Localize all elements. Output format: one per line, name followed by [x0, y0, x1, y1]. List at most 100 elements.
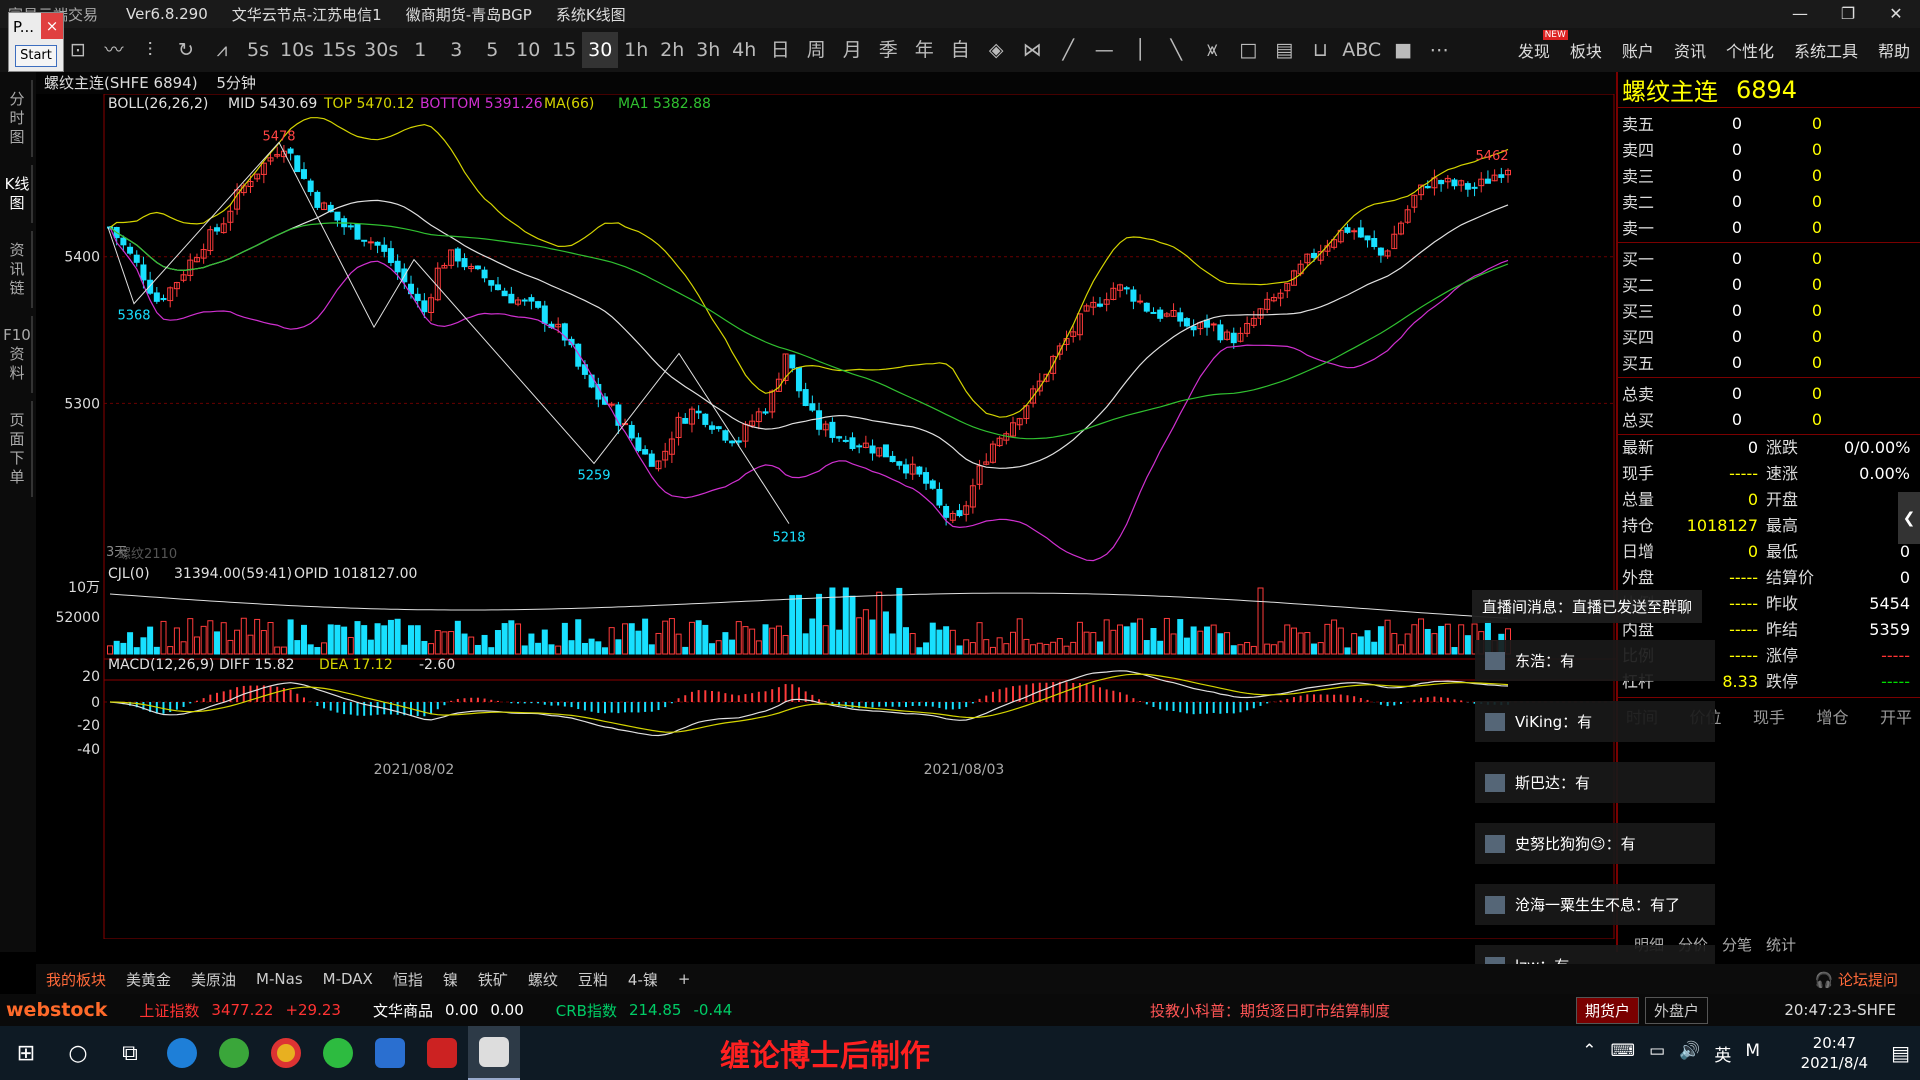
trading-app-icon[interactable] [468, 1026, 520, 1080]
toolbar-item[interactable]: □ [1230, 32, 1266, 68]
app-blue-icon[interactable] [364, 1026, 416, 1080]
chrome-icon[interactable] [260, 1026, 312, 1080]
search-icon[interactable]: ○ [52, 1026, 104, 1080]
taskbar-clock[interactable]: 20:47 2021/8/4 [1801, 1033, 1868, 1073]
close-button[interactable]: ✕ [1872, 0, 1920, 28]
block-tab[interactable]: 铁矿 [478, 969, 508, 990]
toolbar-item[interactable]: ⊡ [60, 32, 96, 68]
toolbar-item[interactable]: ⊔ [1302, 32, 1338, 68]
wenhua-icon[interactable] [416, 1026, 468, 1080]
block-tab[interactable]: M-Nas [256, 970, 303, 988]
menu-item[interactable]: 发现 NEW [1518, 30, 1568, 62]
toolbar-item[interactable]: ⋯ [1421, 32, 1457, 68]
toolbar-item[interactable]: 15s [318, 32, 360, 68]
toolbar-item[interactable]: 周 [798, 32, 834, 68]
toolbar-item[interactable]: ⩙ [1194, 32, 1230, 68]
order-level-row[interactable]: 买二 0 0 [1618, 271, 1920, 297]
toolbar-item[interactable]: 3 [438, 32, 474, 68]
notification-icon[interactable]: ▤ [1891, 1041, 1910, 1065]
wechat-icon[interactable] [312, 1026, 364, 1080]
chat-message[interactable]: 史努比狗狗😉：有 [1475, 823, 1715, 864]
toolbar-item[interactable]: 自 [942, 32, 978, 68]
toolbar-item[interactable]: 10 [510, 32, 546, 68]
block-tab[interactable]: 美黄金 [126, 969, 171, 990]
period-select[interactable]: 5分钟 [216, 74, 256, 92]
start-button[interactable]: Start [15, 45, 57, 67]
toolbar-item[interactable]: 3h [690, 32, 726, 68]
toolbar-item[interactable]: 5 [474, 32, 510, 68]
toolbar-item[interactable]: 1h [618, 32, 654, 68]
order-level-row[interactable]: 卖一 0 0 [1618, 214, 1920, 240]
toolbar-item[interactable]: 30s [360, 32, 402, 68]
order-level-row[interactable]: 买五 0 0 [1618, 349, 1920, 375]
block-tab[interactable]: + [678, 970, 691, 988]
toolbar-item[interactable]: 日 [762, 32, 798, 68]
menu-item[interactable]: 个性化 [1726, 38, 1774, 62]
toolbar-item[interactable]: 5s [240, 32, 276, 68]
toolbar-item[interactable]: ⋈ [1014, 32, 1050, 68]
menu-item[interactable]: 资讯 [1674, 38, 1706, 62]
block-tab[interactable]: 螺纹 [528, 969, 558, 990]
ime-language[interactable]: 英 [1714, 1041, 1731, 1066]
order-level-row[interactable]: 总买 0 0 [1618, 406, 1920, 432]
block-tab[interactable]: 镍 [443, 969, 458, 990]
toolbar-item[interactable]: ⫶ [132, 32, 168, 68]
chat-message[interactable]: 沧海一粟生生不息：有了 [1475, 884, 1715, 925]
toolbar-item[interactable]: 年 [906, 32, 942, 68]
toolbar-item[interactable]: ╲ [1158, 32, 1194, 68]
quote-tab[interactable]: 分笔 [1722, 934, 1752, 955]
battery-icon[interactable]: ▭ [1649, 1041, 1665, 1066]
order-level-row[interactable]: 买一 0 0 [1618, 245, 1920, 271]
tip-text[interactable]: 投教小科普：期货逐日盯市结算制度 [1150, 1000, 1390, 1021]
chat-message[interactable]: 东浩：有 [1475, 640, 1715, 681]
block-tab[interactable]: 我的板块 [46, 969, 106, 990]
toolbar-item[interactable]: 〰 [96, 32, 132, 68]
foreign-account-button[interactable]: 外盘户 [1645, 996, 1709, 1024]
block-tab[interactable]: 恒指 [393, 969, 423, 990]
task-view-icon[interactable]: ⧉ [104, 1026, 156, 1080]
toolbar-item[interactable]: │ [1122, 32, 1158, 68]
popup-close-button[interactable]: × [41, 13, 63, 39]
windows-start-icon[interactable]: ⊞ [0, 1026, 52, 1080]
toolbar-item[interactable]: 10s [276, 32, 318, 68]
toolbar-item[interactable]: 30 [582, 32, 619, 68]
toolbar-item[interactable]: ↻ [168, 32, 204, 68]
network-icon[interactable]: ⌨ [1611, 1041, 1636, 1066]
forum-link[interactable]: 🎧 论坛提问 [1815, 969, 1898, 990]
block-tab[interactable]: 豆粕 [578, 969, 608, 990]
toolbar-item[interactable]: — [1086, 32, 1122, 68]
toolbar-item[interactable]: ◈ [978, 32, 1014, 68]
toolbar-item[interactable]: 1 [402, 32, 438, 68]
toolbar-item[interactable]: ■ [1385, 32, 1421, 68]
kline-chart[interactable]: 547853685259521854623天螺纹2110BOLL(26,26,2… [0, 94, 1616, 939]
toolbar-item[interactable]: ▤ [1266, 32, 1302, 68]
app-green-icon[interactable] [208, 1026, 260, 1080]
toolbar-item[interactable]: 15 [546, 32, 582, 68]
restore-button[interactable]: ❐ [1824, 0, 1872, 28]
block-tab[interactable]: M-DAX [323, 970, 373, 988]
menu-item[interactable]: 账户 [1622, 38, 1654, 62]
order-level-row[interactable]: 卖二 0 0 [1618, 188, 1920, 214]
order-level-row[interactable]: 卖三 0 0 [1618, 162, 1920, 188]
chat-message[interactable]: 斯巴达：有 [1475, 762, 1715, 803]
volume-icon[interactable]: 🔊 [1679, 1041, 1700, 1066]
toolbar-item[interactable]: 2h [654, 32, 690, 68]
order-level-row[interactable]: 卖四 0 0 [1618, 136, 1920, 162]
toolbar-item[interactable]: ⩘ [204, 32, 240, 68]
menu-item[interactable]: 系统工具 [1794, 38, 1858, 62]
menu-item[interactable]: 板块 [1570, 38, 1602, 62]
block-tab[interactable]: 4-镍 [628, 969, 658, 990]
menu-item[interactable]: 帮助 [1878, 38, 1910, 62]
order-level-row[interactable]: 总卖 0 0 [1618, 380, 1920, 406]
toolbar-item[interactable]: ╱ [1050, 32, 1086, 68]
toolbar-item[interactable]: ABC [1338, 32, 1385, 68]
order-level-row[interactable]: 卖五 0 0 [1618, 110, 1920, 136]
toolbar-item[interactable]: 季 [870, 32, 906, 68]
order-level-row[interactable]: 买三 0 0 [1618, 297, 1920, 323]
browser-icon[interactable] [156, 1026, 208, 1080]
order-level-row[interactable]: 买四 0 0 [1618, 323, 1920, 349]
ime-mode[interactable]: M [1745, 1041, 1760, 1066]
chat-message[interactable]: ViKing：有 [1475, 701, 1715, 742]
block-tab[interactable]: 美原油 [191, 969, 236, 990]
chevron-up-icon[interactable]: ⌃ [1582, 1041, 1596, 1066]
